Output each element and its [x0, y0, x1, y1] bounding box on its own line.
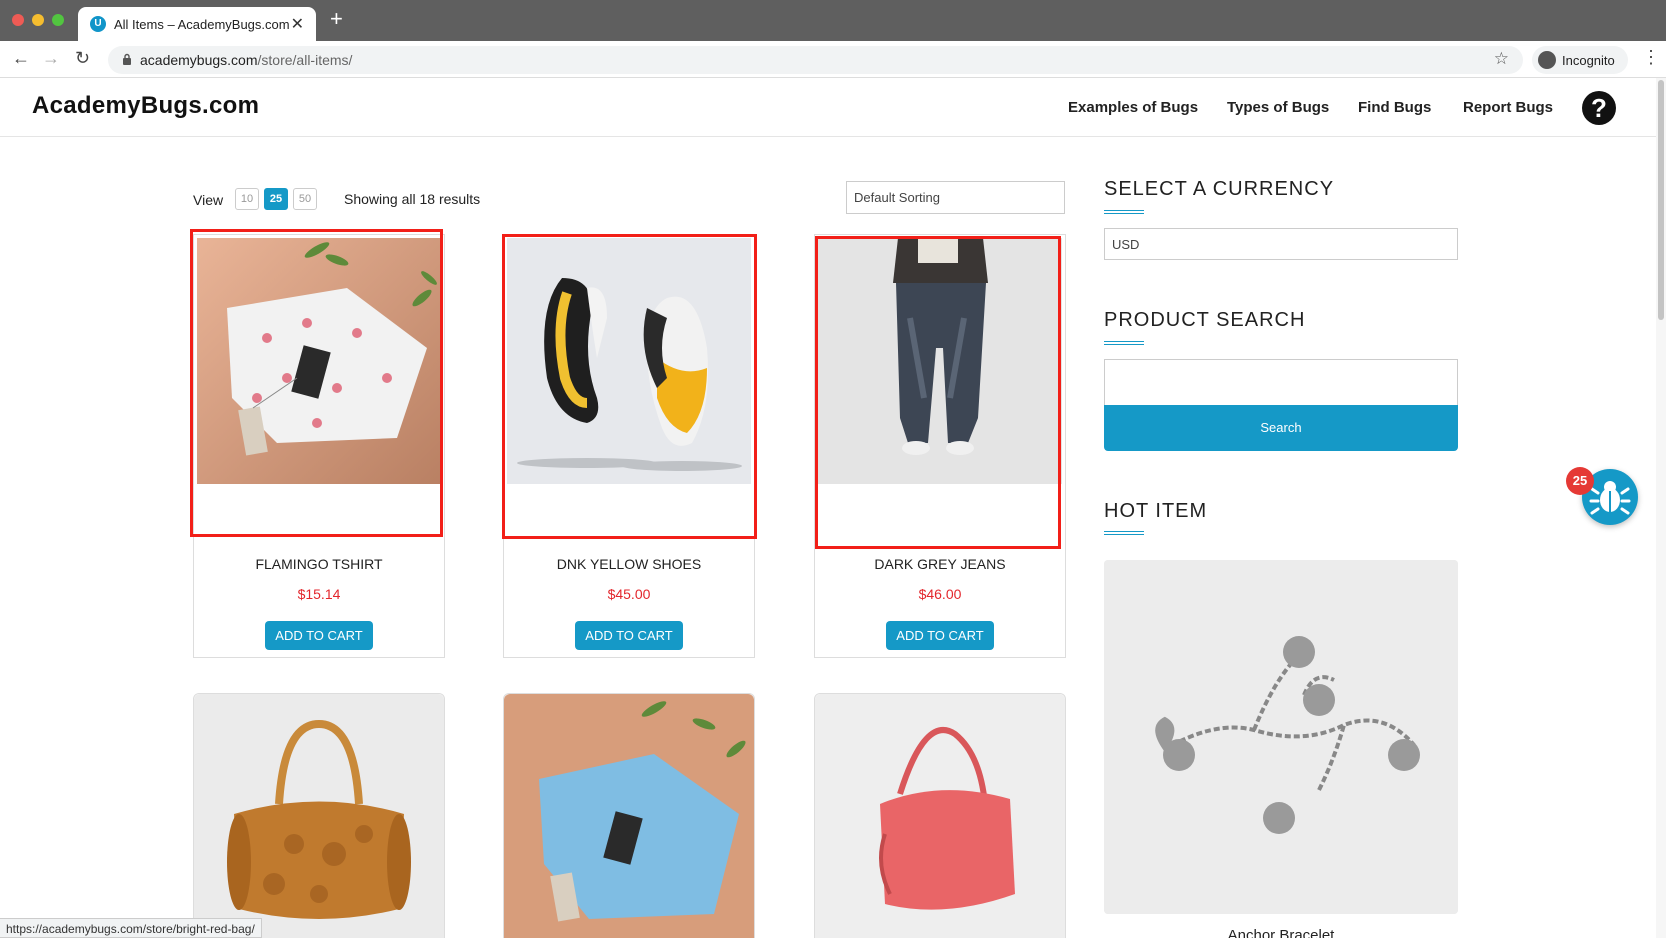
product-image-leather-bag[interactable] [194, 694, 444, 938]
browser-menu-icon[interactable]: ⋮ [1642, 47, 1660, 68]
browser-tab[interactable]: U All Items – AcademyBugs.com ✕ [78, 7, 316, 41]
title-underline [1104, 531, 1144, 535]
title-underline [1104, 341, 1144, 345]
reload-icon[interactable]: ↻ [75, 47, 90, 69]
tab-title: All Items – AcademyBugs.com [114, 17, 290, 32]
search-button[interactable]: Search [1104, 405, 1458, 451]
sorting-select[interactable]: Default Sorting [846, 181, 1065, 214]
product-name[interactable]: DNK YELLOW SHOES [504, 556, 754, 572]
nav-find-bugs[interactable]: Find Bugs [1358, 99, 1431, 116]
currency-select[interactable]: USD [1104, 228, 1458, 260]
product-price: $15.14 [297, 586, 341, 602]
add-to-cart-button[interactable]: ADD TO CART [575, 621, 683, 650]
lock-icon [123, 53, 131, 65]
currency-widget-title: SELECT A CURRENCY [1104, 178, 1335, 200]
new-tab-button[interactable]: + [330, 8, 343, 30]
product-image-blue-tshirt[interactable] [504, 694, 754, 938]
forward-arrow-icon[interactable]: → [42, 47, 60, 69]
browser-toolbar: ← → ↻ academybugs.com/store/all-items/ ☆… [0, 41, 1666, 78]
nav-types-of-bugs[interactable]: Types of Bugs [1227, 99, 1329, 116]
tab-close-icon[interactable]: ✕ [291, 14, 304, 34]
hot-item-widget-title: HOT ITEM [1104, 500, 1208, 522]
search-widget-title: PRODUCT SEARCH [1104, 309, 1306, 331]
url-host: academybugs.com [140, 52, 258, 68]
product-name[interactable]: DARK GREY JEANS [815, 556, 1065, 572]
incognito-profile-button[interactable]: Incognito [1532, 46, 1628, 74]
per-page-10[interactable]: 10 [235, 188, 259, 210]
highlight-box [815, 236, 1061, 549]
incognito-label: Incognito [1562, 53, 1615, 68]
highlight-box [502, 234, 757, 539]
product-card [814, 693, 1066, 938]
title-underline [1104, 210, 1144, 214]
site-favicon-icon: U [90, 16, 106, 32]
view-label: View [193, 192, 224, 208]
per-page-25[interactable]: 25 [264, 188, 288, 210]
hot-item-name[interactable]: Anchor Bracelet [1104, 927, 1458, 938]
product-card [503, 693, 755, 938]
product-price: $45.00 [607, 586, 651, 602]
product-card [193, 693, 445, 938]
address-bar[interactable]: academybugs.com/store/all-items/ ☆ [108, 46, 1523, 74]
close-window-button[interactable] [12, 14, 24, 26]
back-arrow-icon[interactable]: ← [12, 47, 30, 69]
product-price: $46.00 [918, 586, 962, 602]
product-image-bright-red-bag[interactable] [815, 694, 1065, 938]
nav-report-bugs[interactable]: Report Bugs [1463, 99, 1553, 116]
highlight-box [190, 229, 443, 537]
add-to-cart-button[interactable]: ADD TO CART [886, 621, 994, 650]
page-scrollbar[interactable] [1656, 78, 1666, 938]
minimize-window-button[interactable] [32, 14, 44, 26]
scrollbar-thumb[interactable] [1658, 80, 1664, 320]
bookmark-star-icon[interactable]: ☆ [1494, 49, 1509, 69]
url-text: academybugs.com/store/all-items/ [140, 52, 352, 68]
nav-examples-of-bugs[interactable]: Examples of Bugs [1068, 99, 1198, 116]
site-header: AcademyBugs.com Examples of Bugs Types o… [0, 78, 1656, 137]
product-search-input[interactable] [1104, 359, 1458, 405]
incognito-icon [1538, 51, 1556, 69]
bug-count-badge: 25 [1566, 467, 1594, 495]
add-to-cart-button[interactable]: ADD TO CART [265, 621, 373, 650]
product-name[interactable]: FLAMINGO TSHIRT [194, 556, 444, 572]
per-page-50[interactable]: 50 [293, 188, 317, 210]
site-logo[interactable]: AcademyBugs.com [32, 92, 259, 120]
hot-item-image[interactable] [1104, 560, 1458, 914]
browser-titlebar: U All Items – AcademyBugs.com ✕ + [0, 0, 1666, 41]
link-status-bar: https://academybugs.com/store/bright-red… [0, 918, 262, 938]
help-question-icon[interactable]: ? [1582, 91, 1616, 125]
url-path: /store/all-items/ [257, 52, 353, 68]
maximize-window-button[interactable] [52, 14, 64, 26]
results-count: Showing all 18 results [344, 191, 481, 207]
